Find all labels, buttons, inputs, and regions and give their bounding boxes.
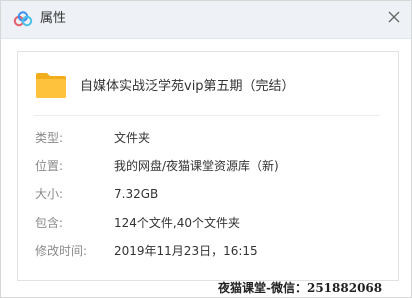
type-value: 文件夹 (114, 131, 151, 145)
location-label: 位置: (35, 159, 64, 173)
file-name: 自媒体实战泛学苑vip第五期（完结） (80, 79, 295, 94)
properties-dialog: 属性 自媒体实战泛学苑vip第五期（完结） 类型: 文件夹 位置: 我的网盘/夜… (0, 0, 412, 298)
contains-label: 包含: (35, 216, 64, 230)
size-label: 大小: (35, 187, 64, 201)
modified-label: 修改时间: (35, 244, 88, 258)
location-value: 我的网盘/夜猫课堂资源库（新) (114, 159, 279, 173)
type-label: 类型: (35, 131, 64, 145)
contains-value: 124个文件,40个文件夹 (114, 216, 240, 230)
cloud-logo-icon (13, 11, 33, 27)
properties-panel: 自媒体实战泛学苑vip第五期（完结） 类型: 文件夹 位置: 我的网盘/夜猫课堂… (17, 51, 399, 281)
title-bar[interactable]: 属性 (1, 1, 411, 39)
window-title: 属性 (40, 11, 67, 26)
folder-icon (36, 73, 66, 98)
close-icon (388, 11, 400, 23)
watermark-text: 夜猫课堂-微信：251882068 (218, 281, 383, 295)
divider (34, 115, 380, 116)
close-button[interactable] (384, 7, 404, 27)
size-value: 7.32GB (114, 187, 159, 201)
modified-value: 2019年11月23日，16:15 (114, 244, 258, 258)
